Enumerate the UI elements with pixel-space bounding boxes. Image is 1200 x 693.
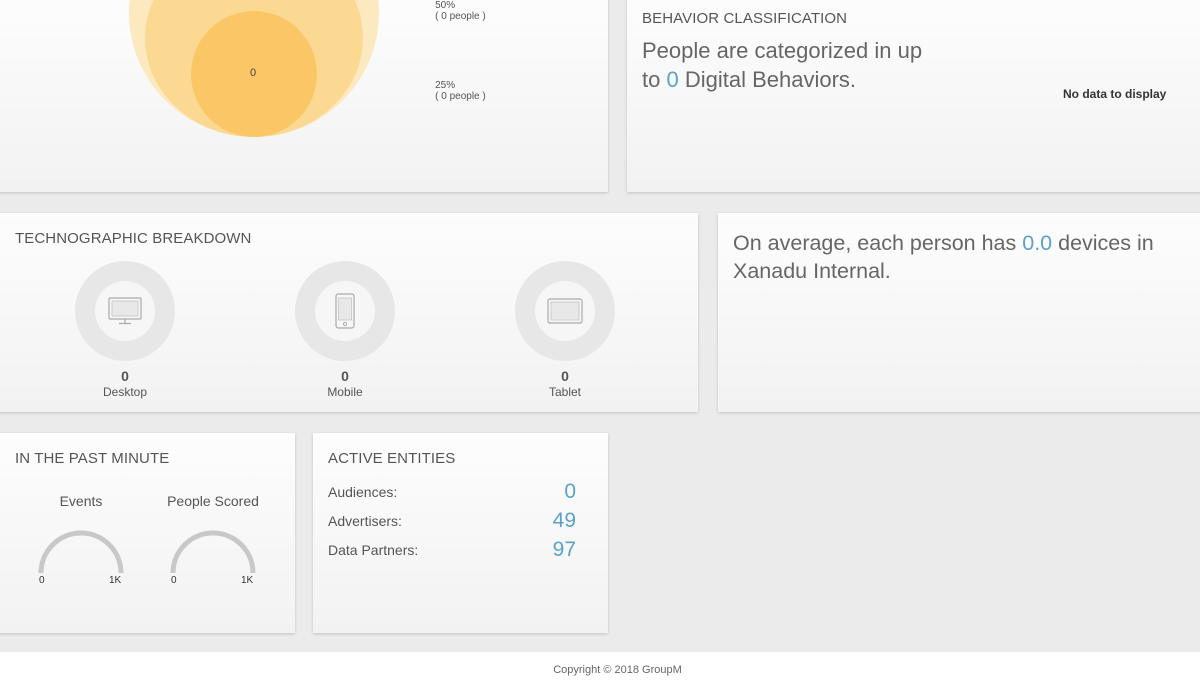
no-data-message: No data to display [1063,87,1167,101]
devices-average-line1: On average, each person has 0.0 devices … [733,229,1154,257]
mobile-donut-center [315,281,375,341]
desktop-count: 0 [121,368,129,384]
tablet-label: Tablet [548,385,582,399]
entity-label-data-partners: Data Partners: [328,542,419,558]
mobile-count: 0 [341,368,349,384]
events-gauge-min: 0 [39,575,45,586]
behavior-classification-card: BEHAVIOR CLASSIFICATION People are categ… [627,0,1200,192]
desktop-label: Desktop [102,385,148,399]
funnel-bubble-value: 0 [250,67,257,79]
funnel-row-people: ( 0 people ) [435,91,486,102]
devices-average-prefix: On average, each person has [733,231,1023,255]
funnel-row: 50% ( 0 people ) [424,0,486,33]
entity-label-advertisers: Advertisers: [328,513,402,529]
behavior-line1: People are categorized in up [642,38,923,63]
desktop-donut-center [95,281,155,341]
copyright-text: Copyright © 2018 GroupM [553,664,682,676]
devices-average-text: On average, each person has 0.0 devices … [733,229,1154,285]
entity-value-data-partners[interactable]: 97 [496,538,576,562]
people-scored-gauge-min: 0 [171,575,177,586]
funnel-row-percent: 50% [435,0,456,11]
devices-average-suffix: devices in [1052,231,1154,255]
technographic-title: TECHNOGRAPHIC BREAKDOWN [15,230,252,247]
mobile-icon [335,293,355,329]
behavior-title: BEHAVIOR CLASSIFICATION [642,10,848,27]
entity-value-advertisers[interactable]: 49 [496,509,576,533]
behavior-count: 0 [666,67,679,92]
devices-average-line2: Xanadu Internal. [733,259,891,283]
mobile-donut [295,261,395,361]
active-entities-title: ACTIVE ENTITIES [328,450,456,467]
active-entities-card: ACTIVE ENTITIES Audiences: 0 Advertisers… [313,433,608,633]
audience-funnel-card: 0 0 50% ( 0 people ) 25% ( 0 people ) [0,0,608,192]
technographic-breakdown-card: TECHNOGRAPHIC BREAKDOWN 0 Desktop 0 Mobi… [0,213,698,412]
behavior-summary: People are categorized in up to 0 Digita… [642,36,922,94]
entity-label-audiences: Audiences: [328,484,398,500]
desktop-icon [108,297,142,325]
mobile-label: Mobile [327,385,363,399]
behavior-line2: to 0 Digital Behaviors. [642,65,922,94]
events-gauge [38,530,124,574]
people-scored-gauge-max: 1K [241,575,254,586]
past-minute-title: IN THE PAST MINUTE [15,450,170,467]
tablet-donut [515,261,615,361]
tablet-count: 0 [561,368,569,384]
behavior-line2-suffix: Digital Behaviors. [678,67,857,92]
funnel-row-percent: 25% [435,80,456,91]
past-minute-card: IN THE PAST MINUTE Events 0 1K People Sc… [0,433,295,633]
funnel-row: 25% ( 0 people ) [424,69,486,113]
footer: Copyright © 2018 GroupM [0,652,1200,693]
behavior-line2-prefix: to [642,67,667,92]
devices-average-card: On average, each person has 0.0 devices … [718,213,1200,412]
desktop-donut [75,261,175,361]
tablet-icon [547,298,583,324]
entity-value-audiences[interactable]: 0 [496,480,576,504]
people-scored-gauge [170,530,256,574]
events-gauge-label: Events [59,493,103,509]
people-scored-gauge-label: People Scored [167,493,259,509]
funnel-row-people: ( 0 people ) [435,11,486,22]
devices-average-value: 0.0 [1022,231,1053,255]
events-gauge-max: 1K [109,575,122,586]
tablet-donut-center [535,281,595,341]
